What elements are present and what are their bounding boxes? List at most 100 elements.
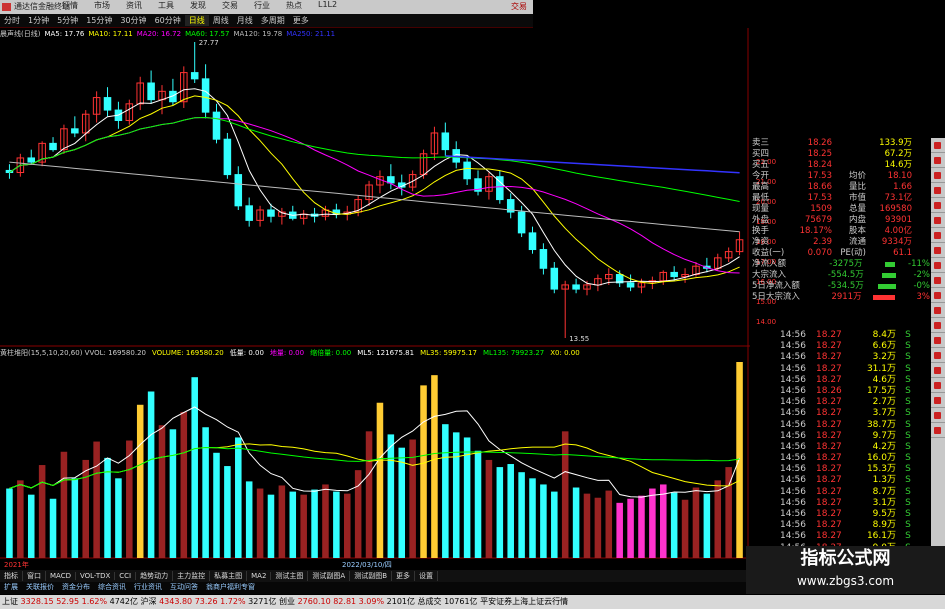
tick-row[interactable]: 14:56 18.27 3.2万 S [780,352,930,363]
toolbar-button[interactable] [931,213,945,228]
tick-row[interactable]: 14:56 18.27 9.7万 S [780,431,930,442]
toolbar-button[interactable] [931,168,945,183]
quote-label: 最低 [752,193,770,203]
tick-row[interactable]: 14:56 18.27 2.7万 S [780,397,930,408]
toolbar-button[interactable] [931,363,945,378]
cy-label[interactable]: 创业 [279,597,295,606]
side-toolbar[interactable] [931,138,945,548]
indicator-tab[interactable]: 测试副图B [350,571,393,581]
quote-label-2 [832,149,866,160]
quote-row: 净资 2.39 流通 9334万 [752,237,930,248]
volume-bar [452,432,460,558]
indicator-tab[interactable]: 窗口 [23,571,46,581]
tick-row[interactable]: 14:56 18.26 17.5万 S [780,386,930,397]
toolbar-button[interactable] [931,153,945,168]
tick-row[interactable]: 14:56 18.27 6.6万 S [780,341,930,352]
tick-time: 14:56 [780,352,806,363]
flow-bar-fill [872,295,895,300]
toolbar-button[interactable] [931,183,945,198]
quote-label-2 [832,160,866,171]
quote-row: 今开 17.53 均价 18.10 [752,171,930,182]
tick-row[interactable]: 14:56 18.27 9.5万 S [780,509,930,520]
toolbar-button[interactable] [931,348,945,363]
volume-legend-item: ML135: 79923.27 [482,349,545,357]
info-tab[interactable]: 资金分布 [58,583,94,591]
indicator-tab[interactable]: CCI [115,572,137,580]
toolbar-button[interactable] [931,393,945,408]
quote-value: 0.070 [807,248,832,258]
toolbar-button[interactable] [931,423,945,438]
tick-time: 14:56 [780,509,806,519]
indicator-tab[interactable]: 私募主图 [210,571,248,581]
tick-row[interactable]: 14:56 18.27 8.7万 S [780,487,930,498]
indicator-tab[interactable]: 指标 [0,571,23,581]
info-tab[interactable]: 扩展 [0,583,22,591]
toolbar-button[interactable] [931,258,945,273]
tick-row[interactable]: 14:56 18.27 8.4万 S [780,330,930,341]
info-tab[interactable]: 翁商户福利专窗 [202,583,259,591]
indicator-tab[interactable]: 主力监控 [173,571,211,581]
tick-row[interactable]: 14:56 18.27 3.7万 S [780,408,930,419]
quote-value: 17.53 [807,193,832,203]
tick-volume: 3.7万 [872,408,896,419]
low-annotation: 13.55 [569,335,589,343]
toolbar-button[interactable] [931,333,945,348]
sz-label[interactable]: 沪深 [141,597,157,606]
tick-row[interactable]: 14:56 18.27 16.1万 S [780,531,930,542]
indicator-tab[interactable]: 设置 [415,571,439,581]
toolbar-button[interactable] [931,378,945,393]
indicator-tab[interactable]: VOL-TDX [76,572,116,580]
date-label: 2022/03/10/四 [342,561,392,569]
tick-list[interactable]: 14:56 18.27 8.4万 S 14:56 18.27 6.6万 S 14:56 18.27… [780,330,930,554]
toolbar-button[interactable] [931,408,945,423]
indicator-tab[interactable]: 测试副图A [308,571,351,581]
indicator-tabs: 指标 窗口 MACD VOL-TDX CCI 趋势动力 主力监控 私募主图 MA2 测试主图 测试副… [0,570,750,582]
candle [517,211,526,234]
quote-row: 最高 18.66 量比 1.66 [752,182,930,193]
tick-row[interactable]: 14:56 18.27 4.6万 S [780,375,930,386]
quote-label-2: 总量 [848,204,866,214]
indicator-tab[interactable]: MA2 [247,572,272,580]
tick-row[interactable]: 14:56 18.27 3.1万 S [780,498,930,509]
indicator-tab[interactable]: MACD [46,572,76,580]
volume-bar [49,498,57,558]
info-tab[interactable]: 行业资讯 [130,583,166,591]
toolbar-button[interactable] [931,318,945,333]
toolbar-button[interactable] [931,138,945,153]
cy-change: 82.81 [333,597,357,606]
sh-label[interactable]: 上证 [2,597,18,606]
tick-row[interactable]: 14:56 18.27 1.3万 S [780,475,930,486]
volume-bar [551,491,558,558]
news-ticker[interactable]: 平安证券上海上证云行情 [480,597,568,606]
indicator-tab[interactable]: 更多 [392,571,416,581]
toolbar-button[interactable] [931,303,945,318]
tick-volume: 8.9万 [872,520,896,531]
tick-row[interactable]: 14:56 18.27 31.1万 S [780,364,930,375]
quote-label: 外盘 [752,215,770,225]
tick-row[interactable]: 14:56 18.27 15.3万 S [780,464,930,475]
kline-chart[interactable]: 27.7713.55191881750015000125001000075005… [0,0,750,570]
tick-row[interactable]: 14:56 18.27 38.7万 S [780,420,930,431]
info-tab[interactable]: 关联报价 [22,583,58,591]
volume-bar [474,450,482,558]
tick-price: 18.27 [816,497,842,508]
volume-bar [60,451,68,558]
cy-amount: 2101亿 [386,597,415,606]
toolbar-button[interactable] [931,198,945,213]
info-tabs: 扩展 关联报价 资金分布 综合资讯 行业资讯 互动问答 翁商户福利专窗 [0,582,750,594]
info-tab[interactable]: 综合资讯 [94,583,130,591]
volume-bar [518,472,525,558]
toolbar-button[interactable] [931,228,945,243]
tick-row[interactable]: 14:56 18.27 4.2万 S [780,442,930,453]
toolbar-button[interactable] [931,243,945,258]
tick-row[interactable]: 14:56 18.27 8.9万 S [780,520,930,531]
indicator-tab[interactable]: 测试主图 [271,571,309,581]
tick-volume: 4.2万 [872,441,896,452]
tick-direction: S [905,497,911,508]
info-tab[interactable]: 互动问答 [166,583,202,591]
tick-row[interactable]: 14:56 18.27 16.0万 S [780,453,930,464]
toolbar-button[interactable] [931,288,945,303]
toolbar-button[interactable] [931,273,945,288]
tick-direction: S [905,531,911,542]
indicator-tab[interactable]: 趋势动力 [136,571,174,581]
